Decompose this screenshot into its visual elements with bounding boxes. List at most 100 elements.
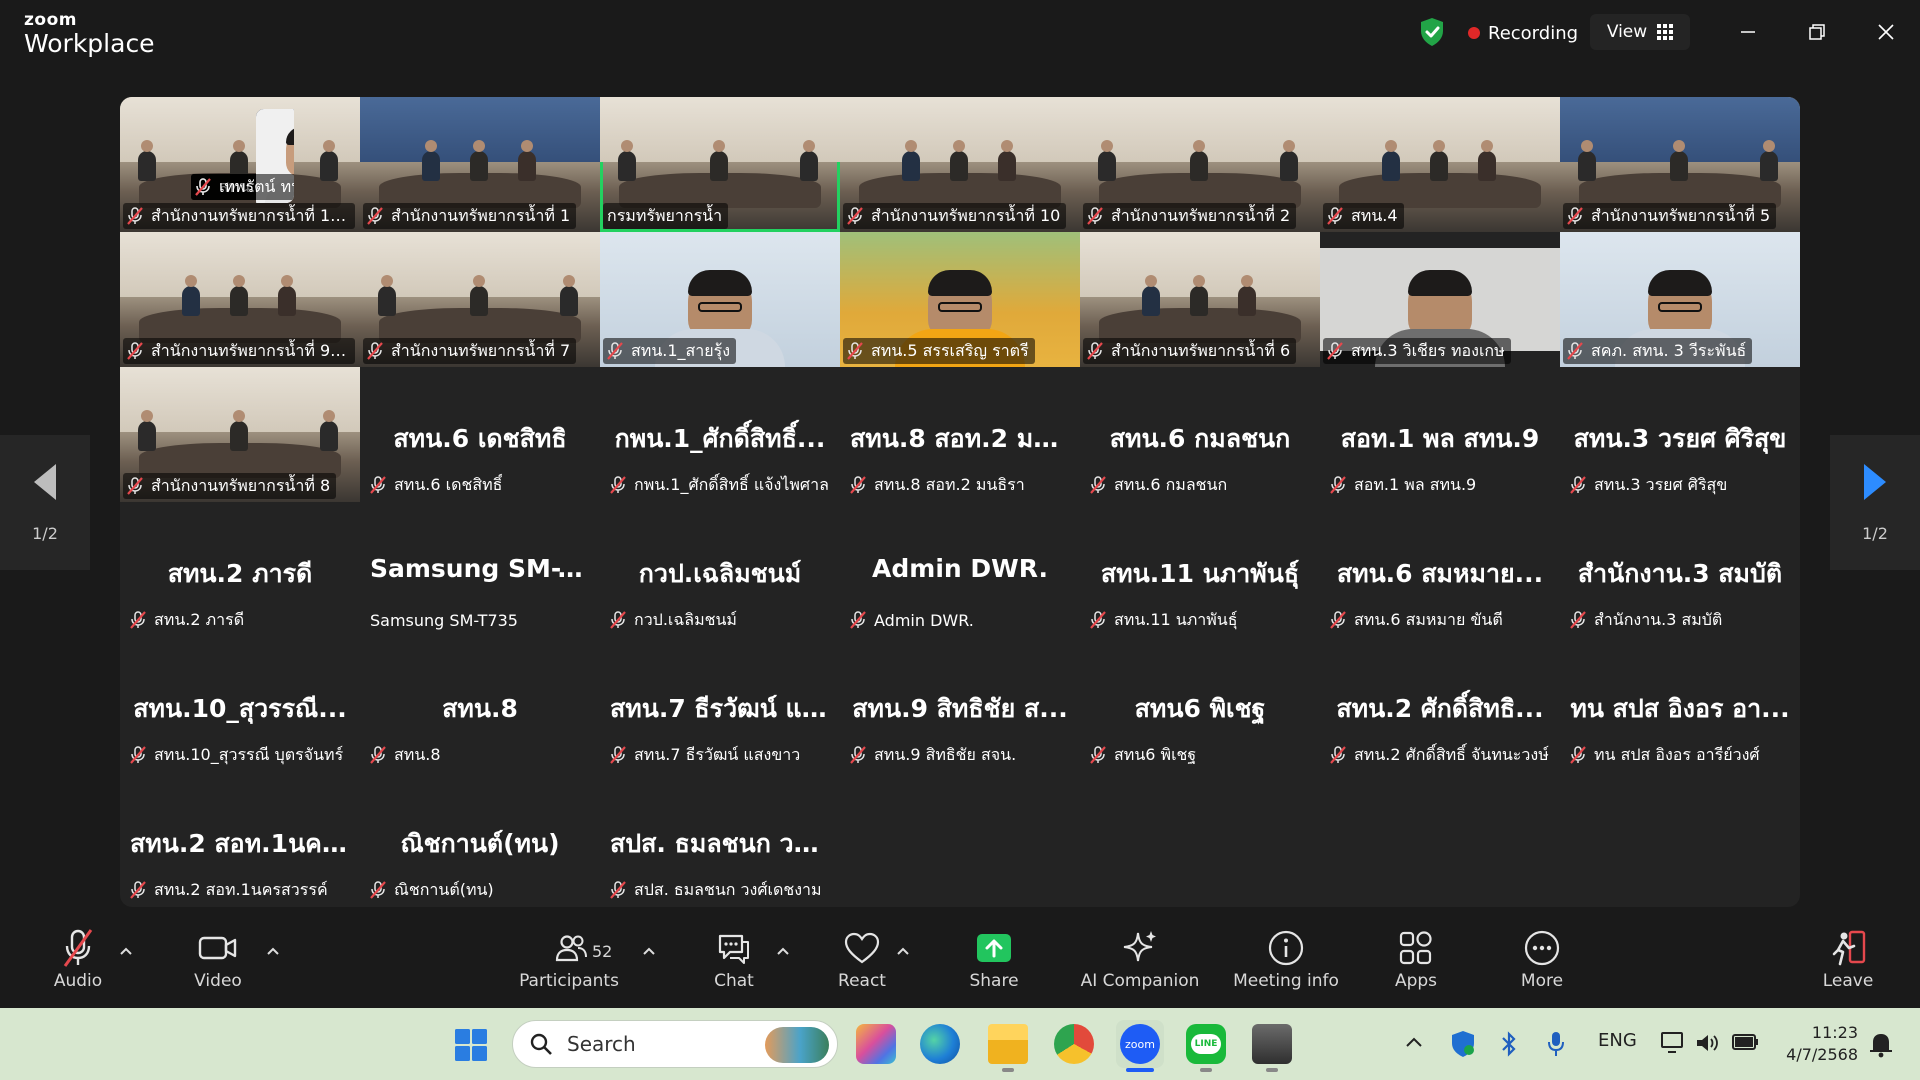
volume-icon[interactable]	[1694, 1030, 1720, 1056]
leave-exit-icon	[1832, 930, 1866, 966]
participant-tile[interactable]: ณิชกานต์(ทน) ณิชกานต์(ทน)	[360, 772, 600, 907]
audio-options-chevron-up-icon[interactable]	[117, 944, 135, 958]
meeting-info-button[interactable]: Meeting info	[1226, 926, 1346, 1006]
participant-tile[interactable]: สำนักงานทรัพยากรน้ำที่ 6	[1080, 232, 1320, 367]
participant-tile[interactable]: กพน.1_ศักดิ์สิทธิ์... กพน.1_ศักดิ์สิทธิ์ …	[600, 367, 840, 502]
brand-top: zoom	[24, 10, 77, 30]
bluetooth-icon[interactable]	[1500, 1030, 1518, 1058]
participant-tile[interactable]: สทน.6 เดชสิทธิ สทน.6 เดชสิทธิ์	[360, 367, 600, 502]
language-indicator[interactable]: ENG	[1598, 1030, 1637, 1051]
file-explorer-icon[interactable]	[988, 1024, 1028, 1064]
copilot-app-icon[interactable]	[856, 1024, 896, 1064]
participant-tile[interactable]: สำนักงานทรัพยากรน้ำที่ 2	[1080, 97, 1320, 232]
participant-name: สทน.5 สรรเสริญ ราตรี	[871, 340, 1029, 360]
participant-tile[interactable]: สำนักงานทรัพยากรน้ำที่ 8	[120, 367, 360, 502]
microphone-muted-icon	[130, 746, 146, 764]
participant-tile[interactable]: สคภ. สทน. 3 วีระพันธ์	[1560, 232, 1800, 367]
chrome-browser-icon[interactable]	[1054, 1024, 1094, 1064]
ai-companion-button[interactable]: AI Companion	[1080, 926, 1200, 1006]
share-button[interactable]: Share	[964, 926, 1024, 1006]
participant-tile[interactable]: เทพรัตน์ ทน.	[188, 103, 294, 203]
participant-name: สทน.8	[394, 744, 441, 764]
network-icon[interactable]	[1660, 1030, 1686, 1056]
participants-button[interactable]: Participants	[514, 926, 624, 1006]
participants-options-chevron-up-icon[interactable]	[640, 944, 658, 958]
participant-display-name: สทน.11 นภาพันธุ์	[1100, 559, 1300, 588]
taskbar-search-box[interactable]: Search	[512, 1020, 838, 1068]
participant-display-name: สทน.2 ภารดี	[167, 559, 313, 588]
zoom-taskbar-button[interactable]: zoom	[1116, 1020, 1164, 1068]
participant-tile[interactable]: สทน.9 สิทธิชัย ส... สทน.9 สิทธิชัย สจน.	[840, 637, 1080, 772]
participant-tile[interactable]: Admin DWR. Admin DWR.	[840, 502, 1080, 637]
participant-tile[interactable]: สำนักงานทรัพยากรน้ำที่ 10	[840, 97, 1080, 232]
participant-tile[interactable]: สทน.8 สอท.2 มน... สทน.8 สอท.2 มนธิรา	[840, 367, 1080, 502]
microphone-tray-icon[interactable]	[1546, 1030, 1566, 1058]
participant-display-name: สอท.1 พล สทน.9	[1340, 424, 1540, 453]
participant-tile[interactable]: สทน.1_สายรุ้ง	[600, 232, 840, 367]
participant-tile[interactable]: กรมทรัพยากรน้ำ	[600, 97, 840, 232]
participant-tile[interactable]: สทน.4	[1320, 97, 1560, 232]
participant-tile[interactable]: Samsung SM-T... Samsung SM-T735	[360, 502, 600, 637]
participant-tile[interactable]: สำนักงานทรัพยากรน้ำที่ 7	[360, 232, 600, 367]
participant-tile[interactable]: สปส. ธมลชนก วง... สปส. ธมลชนก วงศ์เดชงาม	[600, 772, 840, 907]
participant-name-label: สำนักงานทรัพยากรน้ำที่ 9 ...	[123, 338, 355, 364]
participant-tile[interactable]: กวป.เฉลิมชนม์ กวป.เฉลิมชนม์	[600, 502, 840, 637]
line-running-indicator	[1200, 1068, 1212, 1072]
participant-tile[interactable]: สทน.11 นภาพันธุ์ สทน.11 นภาพันธุ์	[1080, 502, 1320, 637]
participant-tile[interactable]: สำนักงานทรัพยากรน้ำที่ 5	[1560, 97, 1800, 232]
more-button[interactable]: More	[1512, 926, 1572, 1006]
video-button[interactable]: Video	[188, 926, 248, 1006]
notification-bell-icon[interactable]	[1868, 1030, 1894, 1058]
shield-check-icon[interactable]	[1419, 17, 1445, 47]
camera-app-icon[interactable]	[1252, 1024, 1292, 1064]
participant-tile[interactable]: สำนักงานทรัพยากรน้ำที่ 1	[360, 97, 600, 232]
participant-name: สำนักงานทรัพยากรน้ำที่ 2	[1111, 205, 1291, 225]
participant-tile[interactable]: ทน สปส อิงอร อา... ทน สปส อิงอร อารีย์วงศ…	[1560, 637, 1800, 772]
chevron-up-icon[interactable]	[1404, 1034, 1424, 1050]
microphone-muted-icon	[1567, 207, 1583, 225]
audio-button[interactable]: Audio	[48, 926, 108, 1006]
person-silhouette	[1190, 275, 1208, 316]
participant-tile[interactable]: สทน.10_สุวรรณี... สทน.10_สุวรรณี บุตรจันท…	[120, 637, 360, 772]
system-clock[interactable]: 11:23 4/7/2568	[1778, 1022, 1858, 1066]
microphone-muted-icon	[1330, 476, 1346, 494]
close-button[interactable]	[1866, 14, 1906, 50]
participant-name: สทน.7 ธีรวัฒน์ แสงขาว	[634, 744, 801, 764]
react-button[interactable]: React	[832, 926, 892, 1006]
defender-shield-icon[interactable]	[1450, 1030, 1476, 1058]
next-page-button[interactable]: 1/2	[1830, 435, 1920, 570]
react-options-chevron-up-icon[interactable]	[894, 944, 912, 958]
participant-tile[interactable]: สทน.5 สรรเสริญ ราตรี	[840, 232, 1080, 367]
view-label: View	[1606, 22, 1648, 42]
participant-tile[interactable]: สทน.2 ภารดี สทน.2 ภารดี	[120, 502, 360, 637]
participant-tile[interactable]: สทน6 พิเชฐ สทน6 พิเชฐ	[1080, 637, 1320, 772]
video-options-chevron-up-icon[interactable]	[264, 944, 282, 958]
participant-tile[interactable]: สทน.2 สอท.1นค... สทน.2 สอท.1นครสวรรค์	[120, 772, 360, 907]
participant-tile[interactable]: สอท.1 พล สทน.9 สอท.1 พล สทน.9	[1320, 367, 1560, 502]
view-button[interactable]: View	[1590, 14, 1690, 50]
participant-tile[interactable]: สำนักงานทรัพยากรน้ำที่ 9 ...	[120, 232, 360, 367]
microphone-muted-icon	[607, 342, 623, 360]
participant-tile[interactable]: สทน.6 สมหมาย... สทน.6 สมหมาย ขันตี	[1320, 502, 1560, 637]
chat-button[interactable]: Chat	[704, 926, 764, 1006]
participant-tile[interactable]: สทน.3 วิเชียร ทองเกษ	[1320, 232, 1560, 367]
participant-tile[interactable]: สทน.7 ธีรวัฒน์ แ... สทน.7 ธีรวัฒน์ แสงขาว	[600, 637, 840, 772]
microphone-muted-icon	[370, 476, 386, 494]
recording-indicator[interactable]: Recording	[1468, 20, 1578, 46]
participant-name: กวป.เฉลิมชนม์	[634, 609, 737, 629]
participant-tile[interactable]: สทน.8 สทน.8	[360, 637, 600, 772]
edge-browser-icon[interactable]	[920, 1024, 960, 1064]
restore-button[interactable]	[1797, 14, 1837, 50]
participant-tile[interactable]: สทน.2 ศักดิ์สิทธิ... สทน.2 ศักดิ์สิทธิ์ จ…	[1320, 637, 1560, 772]
minimize-button[interactable]	[1728, 14, 1768, 50]
chat-options-chevron-up-icon[interactable]	[774, 944, 792, 958]
participant-tile[interactable]: สำนักงาน.3 สมบัติ สำนักงาน.3 สมบัติ	[1560, 502, 1800, 637]
previous-page-button[interactable]: 1/2	[0, 435, 90, 570]
windows-start-icon[interactable]	[454, 1028, 488, 1062]
leave-button[interactable]: Leave	[1818, 926, 1878, 1006]
battery-icon[interactable]	[1732, 1032, 1760, 1052]
apps-button[interactable]: Apps	[1386, 926, 1446, 1006]
participant-tile[interactable]: สทน.3 วรยศ ศิริสุข สทน.3 วรยศ ศิริสุข	[1560, 367, 1800, 502]
line-app-icon[interactable]: LINE	[1186, 1024, 1226, 1064]
participant-tile[interactable]: สทน.6 กมลชนก สทน.6 กมลชนก	[1080, 367, 1320, 502]
